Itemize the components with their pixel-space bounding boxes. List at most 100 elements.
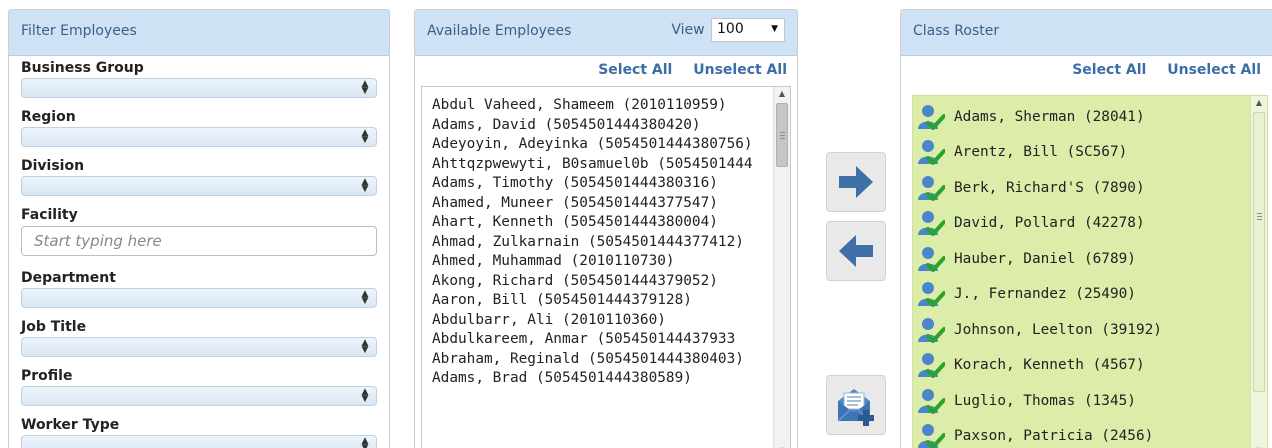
roster-panel-title: Class Roster: [901, 10, 1272, 56]
user-check-icon: [917, 209, 946, 237]
department-select[interactable]: ▲ ▼: [21, 288, 377, 308]
employee-list-item[interactable]: Ahmad, Zulkarnain (5054501444377412): [432, 233, 768, 253]
employee-list-item[interactable]: Abdul Vaheed, Shameem (2010110959): [432, 96, 768, 116]
roster-member-name: Johnson, Leelton (39192): [954, 321, 1162, 338]
employee-list-item[interactable]: Ahamed, Muneer (5054501444377547): [432, 194, 768, 214]
roster-member-name: J., Fernandez (25490): [954, 286, 1136, 303]
roster-list-item[interactable]: Adams, Sherman (28041): [917, 99, 1247, 135]
class-roster-panel: Class Roster Select All Unselect All Ada…: [900, 9, 1272, 448]
email-roster-button[interactable]: [826, 375, 886, 435]
roster-select-links: Select All Unselect All: [901, 56, 1272, 82]
scroll-thumb[interactable]: [1253, 112, 1265, 392]
roster-list-item[interactable]: Hauber, Daniel (6789): [917, 241, 1247, 277]
job-title-select[interactable]: ▲ ▼: [21, 337, 377, 357]
available-select-all-link[interactable]: Select All: [598, 62, 672, 78]
roster-member-name: Korach, Kenneth (4567): [954, 357, 1145, 374]
updown-caret-icon: ▲ ▼: [361, 338, 369, 355]
employee-list-item[interactable]: Ahmed, Muhammad (2010110730): [432, 252, 768, 272]
profile-select[interactable]: ▲ ▼: [21, 386, 377, 406]
worker-type-select[interactable]: ▲ ▼: [21, 435, 377, 448]
user-check-icon: [917, 387, 946, 415]
available-employee-list[interactable]: Abdul Vaheed, Shameem (2010110959) Adams,…: [421, 86, 791, 448]
employee-list-item[interactable]: Akong, Richard (5054501444379052): [432, 272, 768, 292]
available-list-scrollbar[interactable]: ▲ ▼: [773, 87, 790, 448]
employee-list-item[interactable]: Abraham, Reginald (5054501444380403): [432, 350, 768, 370]
user-check-icon: [917, 245, 946, 273]
updown-caret-icon: ▲ ▼: [361, 128, 369, 145]
department-label: Department: [21, 270, 116, 286]
roster-member-name: Adams, Sherman (28041): [954, 108, 1145, 125]
user-check-icon: [917, 351, 946, 379]
job-title-label: Job Title: [21, 319, 87, 335]
region-label: Region: [21, 109, 76, 125]
dropdown-caret-icon: ▼: [771, 24, 778, 34]
roster-list-item[interactable]: Berk, Richard'S (7890): [917, 170, 1247, 206]
roster-list-item[interactable]: Korach, Kenneth (4567): [917, 348, 1247, 384]
roster-member-name: Hauber, Daniel (6789): [954, 250, 1136, 267]
email-add-icon: [837, 389, 874, 426]
facility-label: Facility: [21, 207, 78, 223]
division-select[interactable]: ▲ ▼: [21, 176, 377, 196]
user-check-icon: [917, 280, 946, 308]
user-check-icon: [917, 103, 946, 131]
scroll-down-icon[interactable]: ▼: [1251, 444, 1267, 448]
roster-list-item[interactable]: J., Fernandez (25490): [917, 277, 1247, 313]
filter-fields: Business Group ▲ ▼ Region ▲ ▼ Division ▲ ▼ …: [9, 56, 389, 448]
available-panel-header: Available Employees View 100 ▼: [415, 10, 797, 56]
employee-list-item[interactable]: Ahart, Kenneth (5054501444380004): [432, 213, 768, 233]
region-select[interactable]: ▲ ▼: [21, 127, 377, 147]
available-employees-panel: Available Employees View 100 ▼ Select Al…: [414, 9, 798, 448]
employee-list-item[interactable]: Adams, Brad (5054501444380589): [432, 369, 768, 389]
updown-caret-icon: ▲ ▼: [361, 177, 369, 194]
scroll-thumb[interactable]: [776, 103, 788, 167]
user-check-icon: [917, 316, 946, 344]
view-count-select[interactable]: 100 ▼: [711, 18, 785, 42]
updown-caret-icon: ▲ ▼: [361, 387, 369, 404]
employee-list-item[interactable]: Aaron, Bill (5054501444379128): [432, 291, 768, 311]
updown-caret-icon: ▲ ▼: [361, 289, 369, 306]
roster-list-items: Adams, Sherman (28041) Arentz, Bill (SC56…: [913, 96, 1267, 448]
employee-list-item[interactable]: Abdulkareem, Anmar (505450144437933: [432, 330, 768, 350]
employee-list-item[interactable]: Adeyoyin, Adeyinka (5054501444380756): [432, 135, 768, 155]
business-group-label: Business Group: [21, 60, 144, 76]
view-count-value: 100: [717, 21, 744, 37]
available-select-links: Select All Unselect All: [415, 56, 797, 82]
employee-list-item[interactable]: Ahttqzpwewyti, B0samuel0b (5054501444: [432, 155, 768, 175]
division-label: Division: [21, 158, 85, 174]
user-check-icon: [917, 138, 946, 166]
scroll-down-icon[interactable]: ▼: [774, 444, 790, 448]
available-unselect-all-link[interactable]: Unselect All: [693, 62, 787, 78]
add-to-roster-button[interactable]: [826, 152, 886, 212]
employee-list-item[interactable]: Adams, David (5054501444380420): [432, 116, 768, 136]
roster-list-item[interactable]: David, Pollard (42278): [917, 206, 1247, 242]
facility-input[interactable]: Start typing here: [21, 226, 377, 256]
roster-list[interactable]: Adams, Sherman (28041) Arentz, Bill (SC56…: [912, 95, 1268, 448]
roster-list-item[interactable]: Luglio, Thomas (1345): [917, 383, 1247, 419]
roster-list-item[interactable]: Paxson, Patricia (2456): [917, 419, 1247, 448]
employee-list-item[interactable]: Abdulbarr, Ali (2010110360): [432, 311, 768, 331]
employee-list-item[interactable]: Adams, Timothy (5054501444380316): [432, 174, 768, 194]
worker-type-label: Worker Type: [21, 417, 120, 433]
remove-from-roster-button[interactable]: [826, 221, 886, 281]
filter-panel-title: Filter Employees: [9, 10, 389, 56]
scroll-up-icon[interactable]: ▲: [774, 87, 790, 101]
arrow-left-icon: [839, 235, 873, 267]
roster-unselect-all-link[interactable]: Unselect All: [1167, 62, 1261, 78]
roster-member-name: Luglio, Thomas (1345): [954, 392, 1136, 409]
roster-member-name: Arentz, Bill (SC567): [954, 144, 1128, 161]
updown-caret-icon: ▲ ▼: [361, 79, 369, 96]
updown-caret-icon: ▲ ▼: [361, 436, 369, 448]
scroll-up-icon[interactable]: ▲: [1251, 96, 1267, 110]
view-control: View 100 ▼: [671, 18, 785, 42]
business-group-select[interactable]: ▲ ▼: [21, 78, 377, 98]
roster-list-item[interactable]: Johnson, Leelton (39192): [917, 312, 1247, 348]
view-label: View: [671, 22, 705, 38]
roster-list-item[interactable]: Arentz, Bill (SC567): [917, 135, 1247, 171]
roster-list-scrollbar[interactable]: ▲ ▼: [1250, 96, 1267, 448]
profile-label: Profile: [21, 368, 73, 384]
user-check-icon: [917, 174, 946, 202]
filter-employees-panel: Filter Employees Business Group ▲ ▼ Regio…: [8, 9, 390, 448]
roster-member-name: Paxson, Patricia (2456): [954, 428, 1154, 445]
available-panel-title: Available Employees: [427, 23, 572, 39]
roster-select-all-link[interactable]: Select All: [1072, 62, 1146, 78]
